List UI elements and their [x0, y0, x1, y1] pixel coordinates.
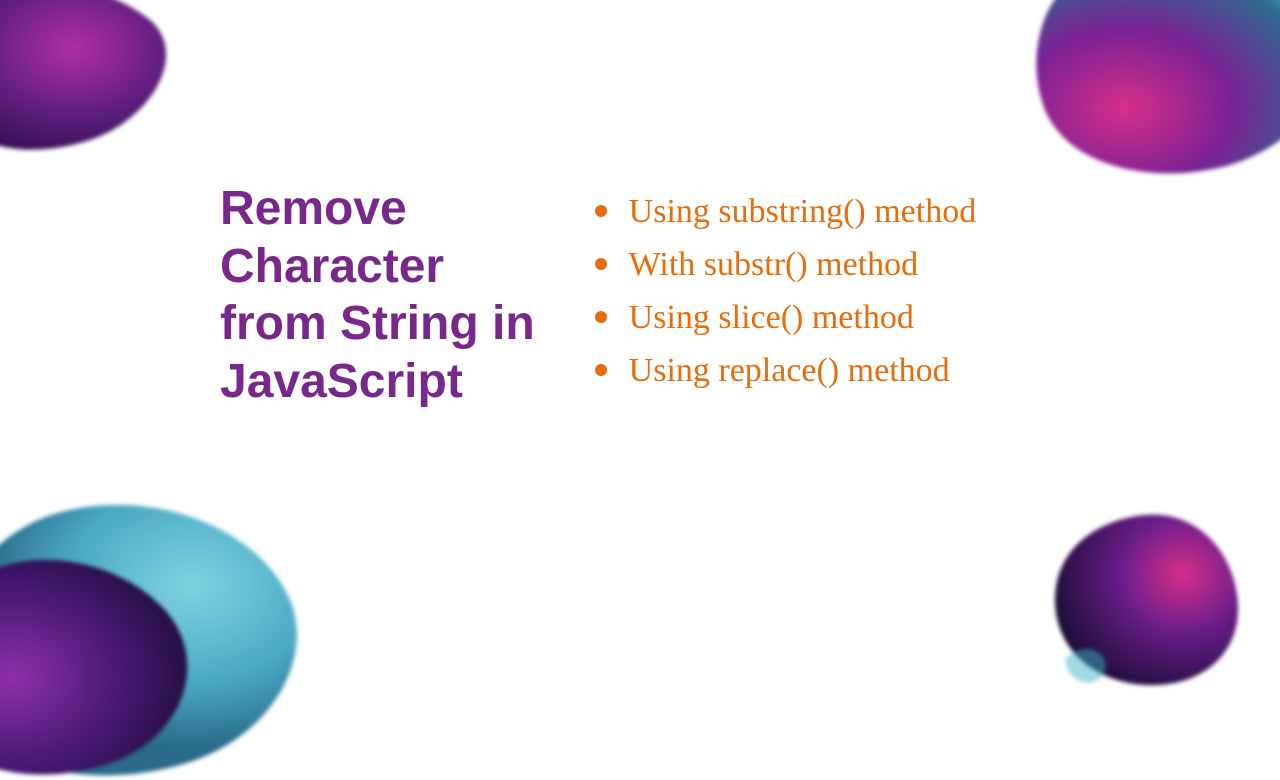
list-item: Using substring() method: [595, 186, 977, 237]
list-item: Using replace() method: [595, 345, 977, 396]
list-item: With substr() method: [595, 239, 977, 290]
blob-bottom-right: [1050, 510, 1240, 690]
blob-bottom-left: [0, 500, 310, 780]
blob-top-right: [1030, 0, 1280, 180]
content-area: Remove Character from String in JavaScri…: [220, 180, 1160, 410]
blob-top-left: [0, 0, 180, 170]
methods-list: Using substring() method With substr() m…: [595, 180, 977, 398]
list-item: Using slice() method: [595, 292, 977, 343]
main-heading: Remove Character from String in JavaScri…: [220, 180, 535, 410]
